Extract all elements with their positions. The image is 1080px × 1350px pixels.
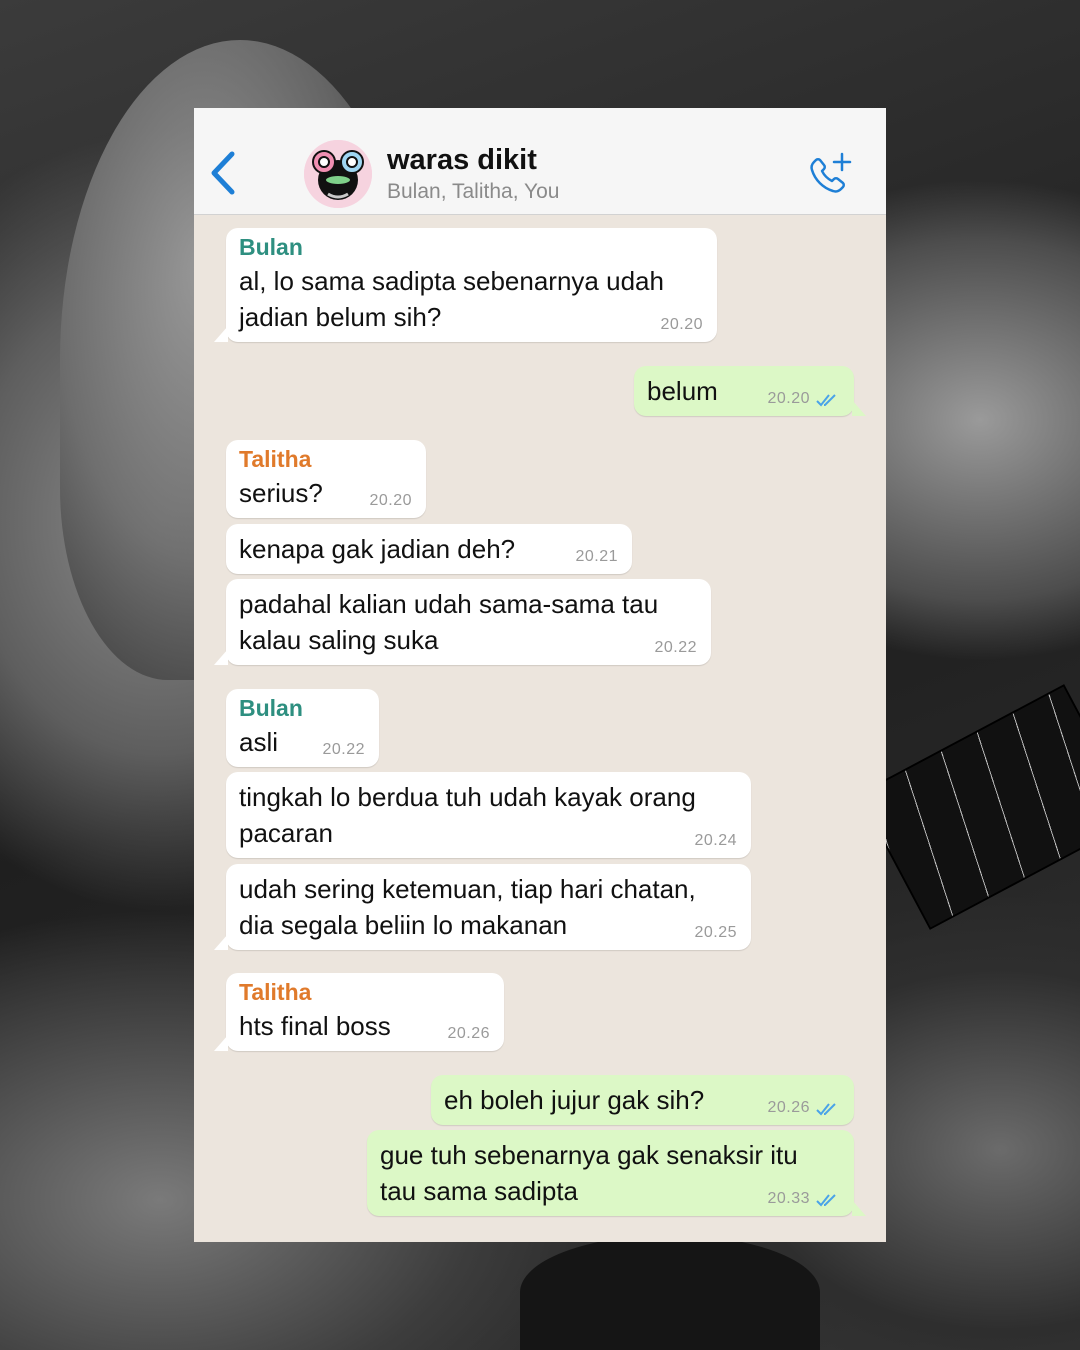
message-text: jadian belum sih?	[239, 302, 442, 332]
add-call-icon[interactable]	[806, 152, 852, 196]
message-text: gue tuh sebenarnya gak senaksir itu	[380, 1140, 798, 1170]
chat-header: waras dikit Bulan, Talitha, You	[194, 108, 886, 215]
back-chevron-icon[interactable]	[206, 150, 240, 196]
chat-title[interactable]: waras dikit	[387, 144, 537, 177]
message-text: udah sering ketemuan, tiap hari chatan,	[239, 874, 696, 904]
message-time: 20.25	[694, 924, 737, 941]
bubble-tail	[852, 1200, 866, 1216]
message-bubble-incoming[interactable]: kenapa gak jadian deh? 20.21	[226, 524, 632, 574]
message-time: 20.22	[322, 741, 365, 758]
message-text: tau sama sadipta	[380, 1176, 579, 1206]
chat-members: Bulan, Talitha, You	[387, 180, 560, 203]
message-text: serius?	[239, 478, 323, 508]
read-receipt-icon	[816, 394, 836, 407]
message-text: hts final boss	[239, 1011, 391, 1041]
group-avatar[interactable]	[304, 140, 372, 208]
message-text: kenapa gak jadian deh?	[239, 534, 516, 564]
message-time: 20.24	[694, 832, 737, 849]
message-text: pacaran	[239, 818, 333, 848]
message-bubble-incoming[interactable]: padahal kalian udah sama-sama tau kalau …	[214, 579, 711, 665]
message-sender: Bulan	[239, 695, 303, 721]
bubble-tail	[214, 649, 228, 665]
message-text: eh boleh jujur gak sih?	[444, 1085, 705, 1115]
message-bubble-incoming[interactable]: Bulan al, lo sama sadipta sebenarnya uda…	[214, 228, 717, 342]
message-bubble-incoming[interactable]: udah sering ketemuan, tiap hari chatan, …	[214, 864, 751, 950]
message-text: dia segala beliin lo makanan	[239, 910, 568, 940]
message-text: padahal kalian udah sama-sama tau	[239, 589, 659, 619]
message-time: 20.26	[767, 1099, 810, 1116]
message-time: 20.33	[767, 1190, 810, 1207]
message-sender: Bulan	[239, 234, 303, 260]
message-time: 20.20	[660, 316, 703, 333]
message-bubble-incoming[interactable]: Talitha hts final boss 20.26	[214, 973, 504, 1051]
message-time: 20.26	[447, 1025, 490, 1042]
guitar-body	[520, 1235, 820, 1350]
message-bubble-incoming[interactable]: tingkah lo berdua tuh udah kayak orang p…	[226, 772, 751, 858]
message-bubble-outgoing[interactable]: gue tuh sebenarnya gak senaksir itu tau …	[367, 1130, 866, 1216]
bubble-tail	[214, 934, 228, 950]
message-bubble-incoming[interactable]: Talitha serius? 20.20	[226, 440, 426, 518]
message-text: asli	[239, 727, 279, 757]
message-bubble-outgoing[interactable]: belum 20.20	[634, 366, 866, 416]
guitar-neck	[857, 684, 1080, 930]
message-bubble-outgoing[interactable]: eh boleh jujur gak sih? 20.26	[431, 1075, 854, 1125]
bubble-tail	[852, 400, 866, 416]
message-text: belum	[647, 376, 718, 406]
message-sender: Talitha	[239, 446, 312, 472]
message-time: 20.22	[654, 639, 697, 656]
message-time: 20.20	[369, 492, 412, 509]
read-receipt-icon	[816, 1103, 836, 1116]
message-sender: Talitha	[239, 979, 312, 1005]
bubble-tail	[214, 326, 228, 342]
message-text: al, lo sama sadipta sebenarnya udah	[239, 266, 664, 296]
message-time: 20.21	[575, 548, 618, 565]
message-text: kalau saling suka	[239, 625, 439, 655]
read-receipt-icon	[816, 1194, 836, 1207]
bubble-tail	[214, 1035, 228, 1051]
message-time: 20.20	[767, 390, 810, 407]
message-bubble-incoming[interactable]: Bulan asli 20.22	[226, 689, 379, 767]
chat-window: waras dikit Bulan, Talitha, You Bulan al…	[194, 108, 886, 1242]
message-text: tingkah lo berdua tuh udah kayak orang	[239, 782, 696, 812]
